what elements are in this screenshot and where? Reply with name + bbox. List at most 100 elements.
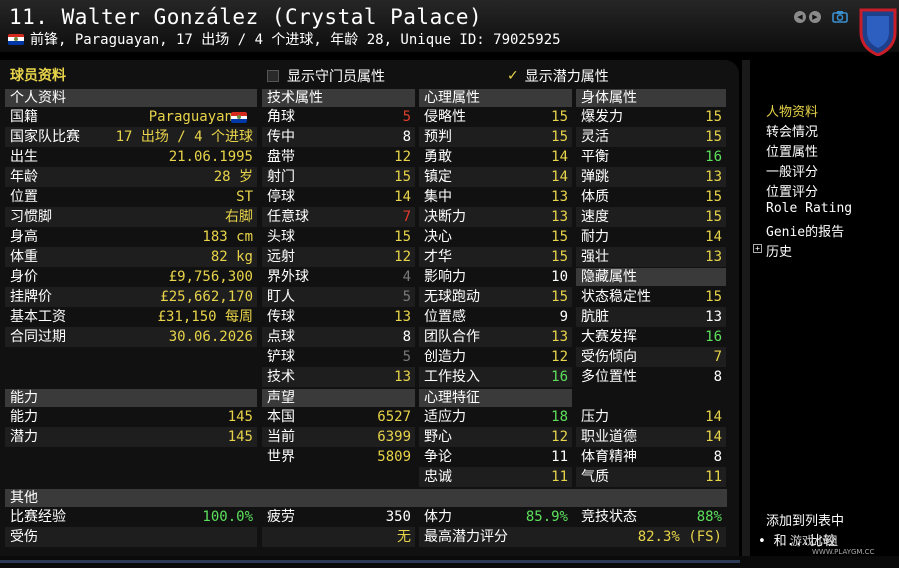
attr-label: 技术 <box>267 369 295 385</box>
attr-row: 潜力 145 <box>5 427 257 447</box>
attr-label: 体重 <box>10 249 38 265</box>
attr-value: 15 <box>705 209 722 225</box>
camera-icon[interactable] <box>832 10 848 23</box>
panel-title: 球员资料 <box>10 68 66 84</box>
attr-row: 弹跳 13 <box>576 167 726 187</box>
attr-row: 预判 15 <box>419 127 572 147</box>
attr-row: 体质 15 <box>576 187 726 207</box>
condition-row: 竞技状态 88% <box>581 509 722 525</box>
attr-value: £31,150 每周 <box>157 309 253 325</box>
attr-value: Paraguayan <box>148 109 233 125</box>
attr-label: 集中 <box>424 189 452 205</box>
checkbox-unchecked-icon <box>267 70 279 82</box>
attr-label: 工作投入 <box>424 369 480 385</box>
attr-label: 国籍 <box>10 109 38 125</box>
attr-value: 14 <box>551 169 568 185</box>
attr-value: 13 <box>551 329 568 345</box>
sidebar-item[interactable]: 人物资料 <box>766 101 818 120</box>
attr-value: 13 <box>551 189 568 205</box>
attr-label: 位置感 <box>424 309 466 325</box>
add-to-list-link[interactable]: 添加到列表中 <box>766 510 844 529</box>
attr-label: 界外球 <box>267 269 309 285</box>
sidebar-item[interactable]: 转会情况 <box>766 121 818 140</box>
attr-row: 远射 12 <box>262 247 415 267</box>
show-gk-checkbox[interactable]: 显示守门员属性 <box>267 66 385 86</box>
attr-label: 压力 <box>581 409 609 425</box>
sidebar-item[interactable]: 位置属性 <box>766 141 818 160</box>
attr-row: 野心 12 <box>419 427 572 447</box>
attr-label: 灵活 <box>581 129 609 145</box>
attr-label: 速度 <box>581 209 609 225</box>
bottom-line <box>0 560 740 563</box>
attr-label: 身高 <box>10 229 38 245</box>
attr-value: 5 <box>402 109 411 125</box>
attr-row: 国家队比赛 17 出场 / 4 个进球 <box>5 127 257 147</box>
attr-label: 当前 <box>267 429 295 445</box>
attr-value: 14 <box>705 229 722 245</box>
attr-label: 团队合作 <box>424 329 480 345</box>
attr-label: 状态稳定性 <box>581 289 651 305</box>
attr-value: 145 <box>227 429 253 445</box>
nav-buttons: ◀ ▶ <box>794 11 821 23</box>
attr-label: 爆发力 <box>581 109 623 125</box>
attr-row: 气质 11 <box>576 467 726 487</box>
attr-value: 15 <box>394 229 411 245</box>
attr-value: 15 <box>551 109 568 125</box>
attr-label: 盯人 <box>267 289 295 305</box>
attr-label: 身价 <box>10 269 38 285</box>
section-mental: 心理属性 <box>419 89 572 107</box>
attr-row: 勇敢 14 <box>419 147 572 167</box>
attr-value: 13 <box>394 309 411 325</box>
attr-row: 铲球 5 <box>262 347 415 367</box>
attr-value: 15 <box>705 129 722 145</box>
scrollbar[interactable] <box>742 60 750 556</box>
sidebar-item[interactable]: Genie的报告 <box>766 221 844 240</box>
attr-value: 11 <box>551 449 568 465</box>
attr-value: 183 cm <box>202 229 253 245</box>
sidebar-item[interactable]: 位置评分 <box>766 181 818 200</box>
attr-value: 13 <box>394 369 411 385</box>
expand-history-icon[interactable]: + <box>753 244 762 253</box>
attr-value: 18 <box>551 409 568 425</box>
attr-row: 点球 8 <box>262 327 415 347</box>
section-hidden: 隐藏属性 <box>576 268 726 286</box>
attr-label: 决断力 <box>424 209 466 225</box>
attr-row: 世界 5809 <box>262 447 415 467</box>
attr-value: 12 <box>394 149 411 165</box>
show-potential-checkbox[interactable]: ✓ 显示潜力属性 <box>507 66 609 86</box>
attr-label: 传球 <box>267 309 295 325</box>
injury-status: 无 <box>262 527 415 547</box>
next-player-button[interactable]: ▶ <box>809 11 821 23</box>
prev-player-button[interactable]: ◀ <box>794 11 806 23</box>
attr-row: 争论 11 <box>419 447 572 467</box>
attr-row: 平衡 16 <box>576 147 726 167</box>
attr-row: 能力 145 <box>5 407 257 427</box>
attr-row: 决心 15 <box>419 227 572 247</box>
max-potential-row: 最高潜力评分 82.3% (FS) <box>419 527 726 547</box>
attr-label: 强壮 <box>581 249 609 265</box>
attr-label: 射门 <box>267 169 295 185</box>
attr-label: 习惯脚 <box>10 209 52 225</box>
attr-label: 潜力 <box>10 429 38 445</box>
attr-label: 能力 <box>10 409 38 425</box>
sidebar-item[interactable]: 历史 <box>766 241 792 260</box>
attr-label: 远射 <box>267 249 295 265</box>
sidebar-item[interactable]: 一般评分 <box>766 161 818 180</box>
attr-label: 平衡 <box>581 149 609 165</box>
attr-label: 盘带 <box>267 149 295 165</box>
attr-label: 才华 <box>424 249 452 265</box>
attr-row: 体重 82 kg <box>5 247 257 267</box>
attr-row: 出生 21.06.1995 <box>5 147 257 167</box>
attr-value: 15 <box>705 109 722 125</box>
fatigue-row: 疲劳 350 <box>267 509 411 525</box>
sidebar-item[interactable]: Role Rating <box>766 201 852 216</box>
attr-value: 17 出场 / 4 个进球 <box>115 129 253 145</box>
attr-label: 侵略性 <box>424 109 466 125</box>
club-badge-icon <box>859 8 897 56</box>
attr-label: 出生 <box>10 149 38 165</box>
fitness-row: 体力 85.9% <box>424 509 568 525</box>
attr-value: 15 <box>705 189 722 205</box>
attr-value: 7 <box>713 349 722 365</box>
attr-row: 习惯脚 右脚 <box>5 207 257 227</box>
attr-row: 合同过期 30.06.2026 <box>5 327 257 347</box>
